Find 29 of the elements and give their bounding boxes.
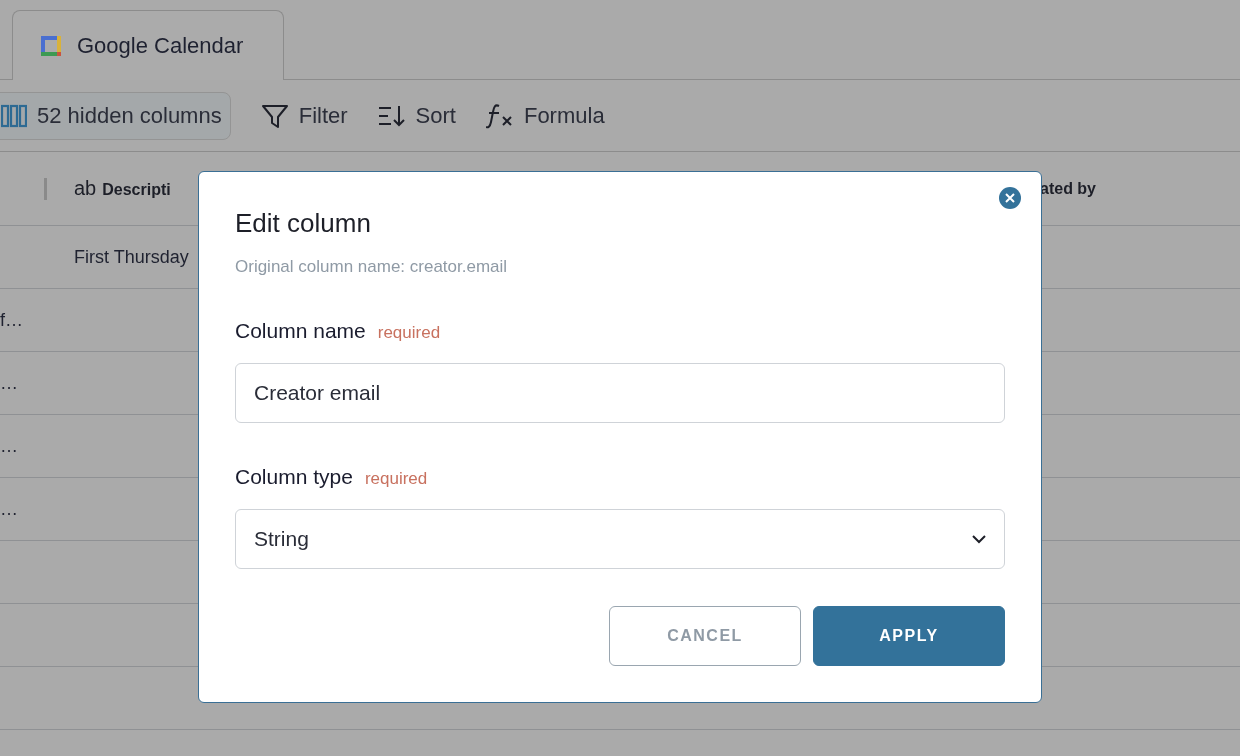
formula-button[interactable]: Formula [485, 102, 605, 129]
table-cell-text: … [0, 372, 19, 394]
tab[interactable]: Google Calendar [12, 10, 284, 80]
required-hint: required [364, 469, 428, 489]
column-name-field[interactable]: Creator email [235, 363, 1005, 423]
table-cell-text: First Thursday [74, 246, 190, 268]
table-cell-text: … [0, 498, 19, 520]
required-hint: required [377, 323, 441, 343]
apply-button[interactable]: APPLY [813, 606, 1005, 666]
column-type-select[interactable]: String [235, 509, 1005, 569]
dialog-title: Edit column [235, 208, 372, 239]
chevron-down-icon [972, 534, 986, 544]
text-type-icon: ab [74, 177, 97, 199]
close-button[interactable] [999, 187, 1021, 209]
close-icon [1005, 193, 1015, 203]
sort-button[interactable]: Sort [377, 102, 456, 129]
calendar-icon [41, 35, 61, 56]
sort-icon [377, 103, 406, 128]
function-icon [485, 102, 514, 129]
column-header: ated by [1040, 179, 1097, 198]
field-label: Column type [235, 465, 353, 489]
columns-icon [1, 103, 27, 128]
hidden-columns-button[interactable]: 52 hidden columns [0, 91, 231, 140]
filter-button[interactable]: Filter [260, 101, 348, 130]
column-header: Descripti [102, 181, 171, 198]
table-cell-text: f… [0, 309, 24, 331]
dialog-subtitle: Original column name: creator.email [235, 257, 509, 277]
field-label: Column name [235, 319, 366, 343]
table-cell-text: … [0, 435, 19, 457]
